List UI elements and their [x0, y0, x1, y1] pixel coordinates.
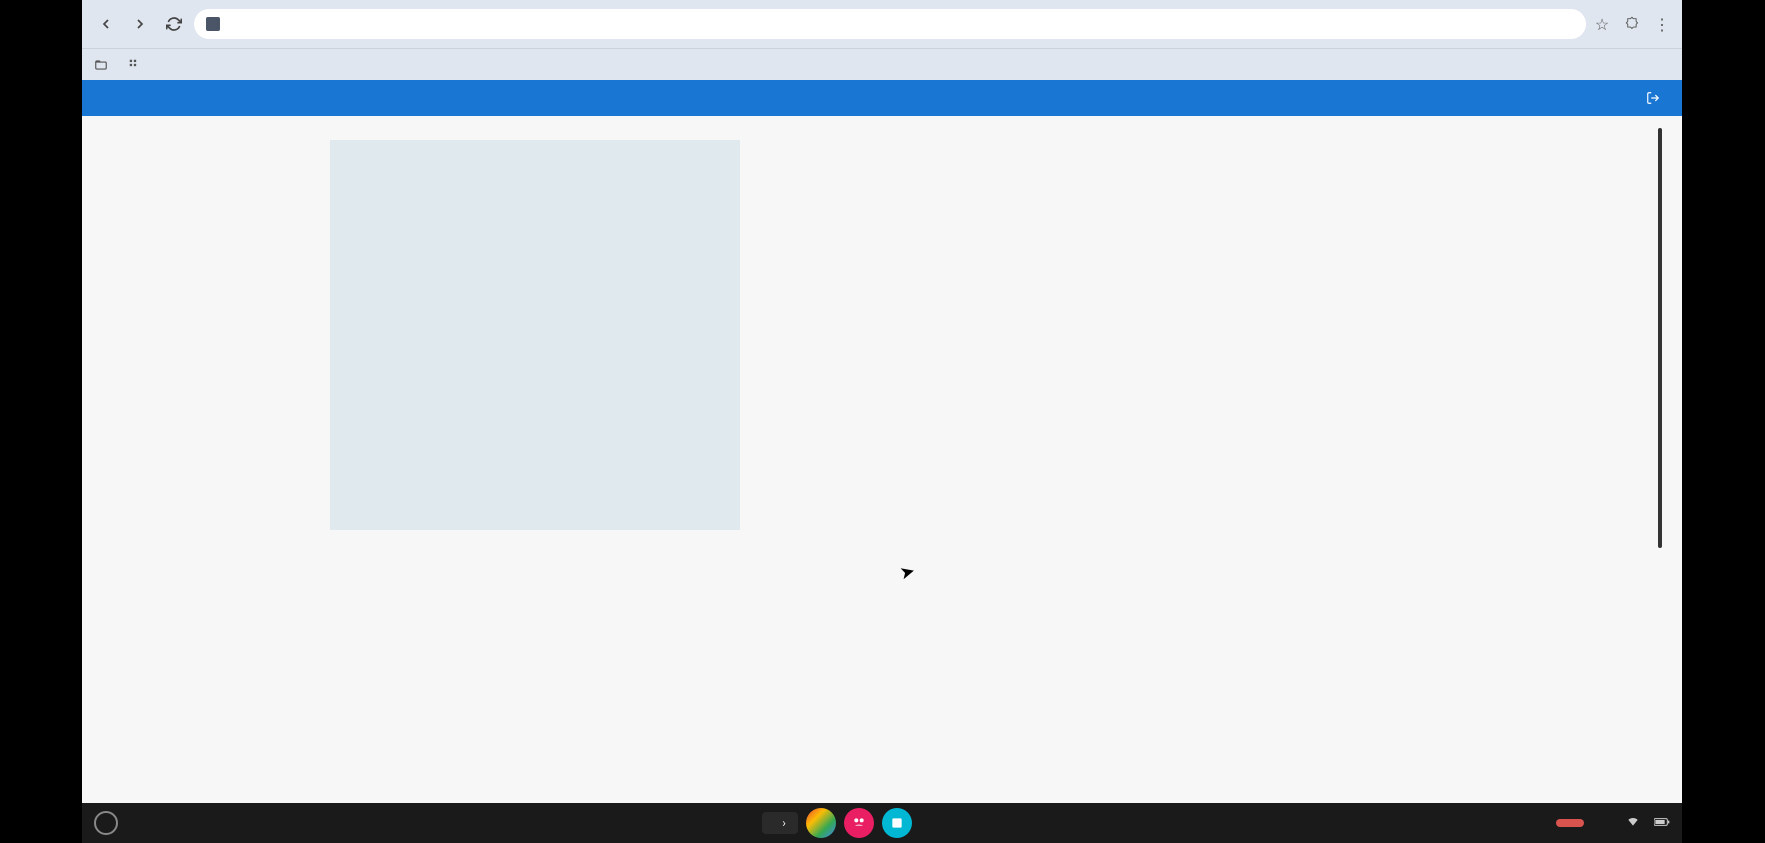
menu-icon[interactable]: ⋮ — [1652, 15, 1672, 34]
launcher-button[interactable] — [94, 811, 118, 835]
app-icon-3[interactable] — [882, 808, 912, 838]
content-area: ➤ — [82, 116, 1682, 803]
extensions-icon[interactable] — [1622, 14, 1642, 34]
signout-button[interactable] — [1556, 819, 1584, 827]
reload-button[interactable] — [160, 10, 188, 38]
os-taskbar: › — [82, 803, 1682, 843]
browser-toolbar: ☆ ⋮ — [82, 0, 1682, 48]
site-icon — [206, 17, 220, 31]
chrome-app-icon[interactable] — [806, 808, 836, 838]
desk-switcher[interactable]: › — [762, 812, 798, 834]
wifi-icon[interactable] — [1626, 814, 1640, 832]
bookmarks-bar — [82, 48, 1682, 80]
back-button[interactable] — [92, 10, 120, 38]
bookmark-cccs[interactable] — [94, 58, 114, 72]
battery-icon[interactable] — [1654, 816, 1670, 831]
chevron-right-icon: › — [782, 816, 786, 830]
app-icon-2[interactable] — [844, 808, 874, 838]
save-exit-button[interactable] — [1646, 91, 1666, 105]
content-scrollbar[interactable] — [1658, 128, 1662, 548]
forward-button[interactable] — [126, 10, 154, 38]
inequality-graph — [330, 140, 740, 530]
bookmark-apps[interactable] — [128, 58, 142, 72]
address-bar[interactable] — [194, 9, 1586, 39]
star-icon[interactable]: ☆ — [1592, 15, 1612, 34]
page-header — [82, 80, 1682, 116]
